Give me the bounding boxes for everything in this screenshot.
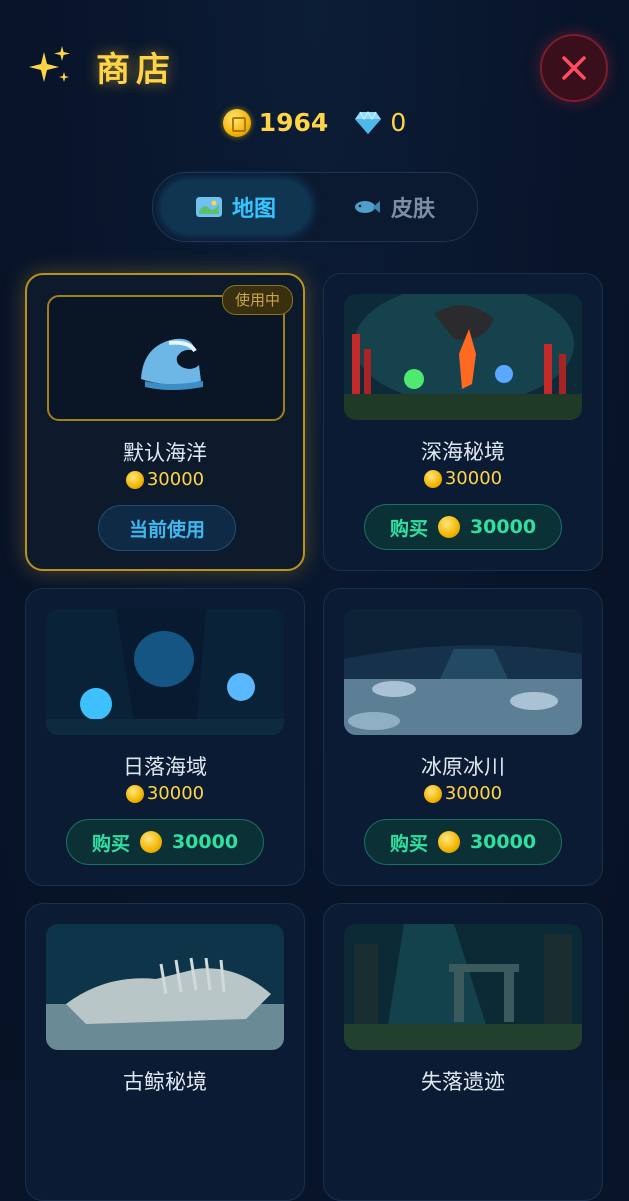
map-thumbnail bbox=[46, 609, 284, 735]
button-price: 30000 bbox=[469, 516, 537, 538]
map-name: 日落海域 bbox=[123, 755, 207, 779]
coin-icon bbox=[139, 831, 162, 853]
tab-map-label: 地图 bbox=[231, 197, 276, 222]
button-label: 购买 bbox=[91, 832, 130, 855]
lost-ruins-image bbox=[344, 924, 582, 1050]
page-title: 商店 bbox=[96, 49, 176, 90]
coin-icon bbox=[437, 831, 460, 853]
map-name: 冰原冰川 bbox=[421, 755, 505, 779]
sunset-sea-image bbox=[46, 609, 284, 735]
map-card-lost-ruins[interactable]: 失落遗迹 bbox=[323, 903, 603, 1201]
map-price: 30000 bbox=[27, 469, 303, 490]
tab-map[interactable]: 地图 bbox=[161, 180, 311, 234]
map-name: 失落遗迹 bbox=[421, 1070, 505, 1094]
gem-count: 0 bbox=[390, 108, 407, 137]
coin-icon bbox=[423, 784, 442, 803]
wave-icon bbox=[141, 338, 203, 390]
buy-button[interactable]: 购买 30000 bbox=[364, 504, 562, 550]
coin-icon bbox=[125, 784, 144, 803]
tab-skin[interactable]: 皮肤 bbox=[319, 180, 469, 234]
button-price: 30000 bbox=[171, 831, 239, 853]
fish-icon bbox=[354, 201, 380, 213]
map-name: 默认海洋 bbox=[123, 441, 207, 465]
map-thumbnail bbox=[344, 924, 582, 1050]
coin-icon bbox=[222, 108, 251, 137]
map-card-default-ocean[interactable]: 使用中 默认海洋 30000 当前使用 bbox=[25, 273, 305, 571]
coin-icon bbox=[437, 516, 460, 538]
map-price: 30000 bbox=[324, 783, 602, 804]
coin-count: 1964 bbox=[258, 108, 329, 137]
whale-skeleton-image bbox=[46, 924, 284, 1050]
close-button[interactable] bbox=[540, 34, 608, 102]
map-card-sunset-sea[interactable]: 日落海域 30000 购买 30000 bbox=[25, 588, 305, 886]
glacier-image bbox=[344, 609, 582, 735]
button-label: 购买 bbox=[389, 517, 428, 540]
map-name: 深海秘境 bbox=[421, 440, 505, 464]
button-label: 购买 bbox=[389, 832, 428, 855]
price-value: 30000 bbox=[444, 783, 503, 804]
map-card-ancient-whale[interactable]: 古鲸秘境 bbox=[25, 903, 305, 1201]
map-thumbnail bbox=[46, 924, 284, 1050]
header: 商店 bbox=[26, 40, 176, 92]
diamond-icon bbox=[355, 110, 382, 134]
price-value: 30000 bbox=[146, 469, 205, 490]
map-price: 30000 bbox=[26, 783, 304, 804]
map-name: 古鲸秘境 bbox=[123, 1070, 207, 1094]
coin-icon bbox=[423, 469, 442, 488]
button-label: 当前使用 bbox=[128, 518, 205, 541]
button-price: 30000 bbox=[469, 831, 537, 853]
buy-button[interactable]: 购买 30000 bbox=[364, 819, 562, 865]
tab-skin-label: 皮肤 bbox=[390, 197, 435, 222]
currency-bar: 1964 0 bbox=[0, 108, 629, 137]
map-price: 30000 bbox=[324, 468, 602, 489]
deep-sea-image bbox=[344, 294, 582, 420]
price-value: 30000 bbox=[146, 783, 205, 804]
sparkles-icon bbox=[26, 42, 74, 90]
coin-icon bbox=[125, 470, 144, 489]
map-card-glacier[interactable]: 冰原冰川 30000 购买 30000 bbox=[323, 588, 603, 886]
gem-balance: 0 bbox=[354, 108, 406, 137]
map-icon bbox=[195, 197, 222, 217]
map-thumbnail bbox=[344, 609, 582, 735]
in-use-badge: 使用中 bbox=[221, 285, 293, 315]
price-value: 30000 bbox=[444, 468, 503, 489]
tab-bar: 地图 皮肤 bbox=[152, 172, 478, 242]
map-card-deep-sea[interactable]: 深海秘境 30000 购买 30000 bbox=[323, 273, 603, 571]
buy-button[interactable]: 购买 30000 bbox=[66, 819, 264, 865]
close-icon bbox=[562, 56, 586, 80]
map-thumbnail bbox=[344, 294, 582, 420]
in-use-button[interactable]: 当前使用 bbox=[98, 505, 236, 551]
coin-balance: 1964 bbox=[222, 108, 329, 137]
